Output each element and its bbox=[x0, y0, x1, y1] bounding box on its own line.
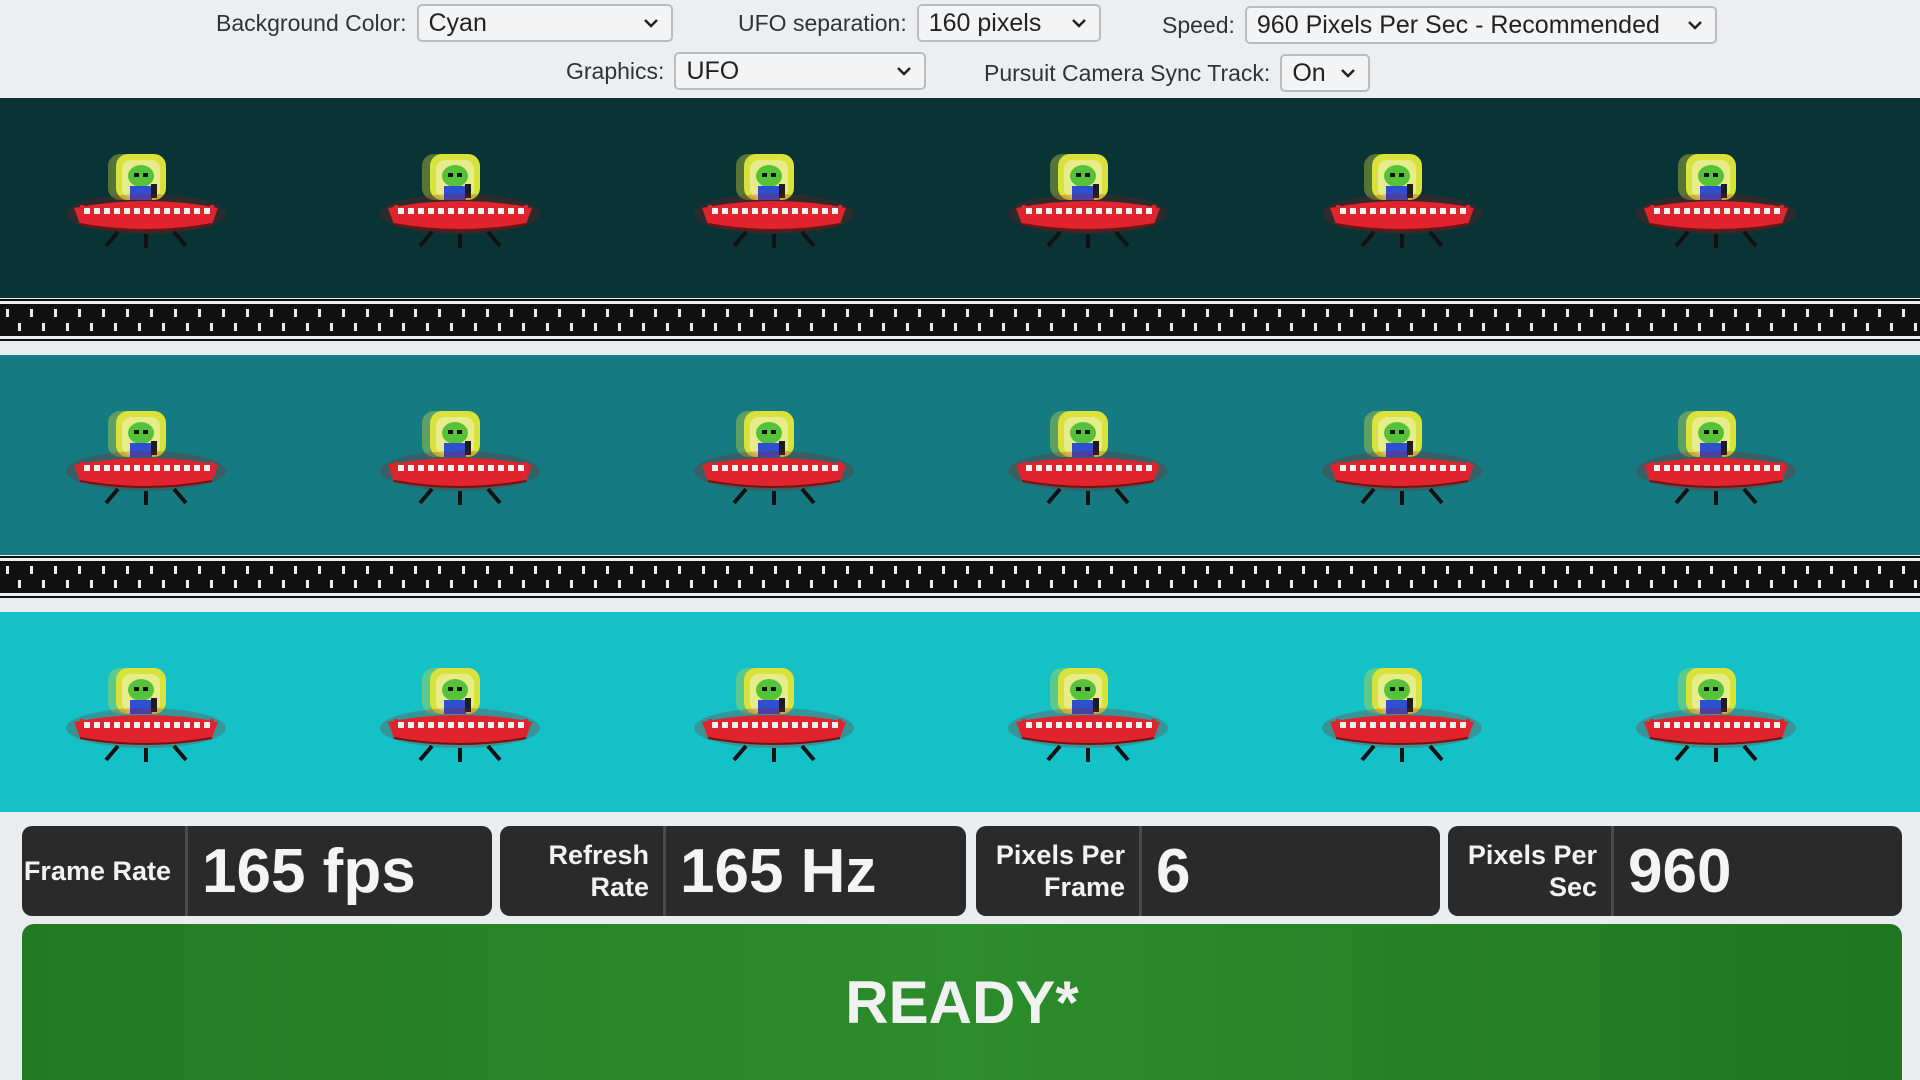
ufo-icon bbox=[380, 393, 540, 513]
background-color-label: Background Color: bbox=[216, 9, 407, 36]
sync-track-1 bbox=[0, 299, 1920, 341]
chevron-down-icon bbox=[643, 19, 658, 28]
ufo-separation-label: UFO separation: bbox=[738, 9, 907, 36]
frame-rate-label: Frame Rate bbox=[22, 826, 188, 916]
refresh-rate-label: Refresh Rate bbox=[500, 826, 666, 916]
ufo-icon bbox=[66, 393, 226, 513]
ufo-icon bbox=[1636, 136, 1796, 256]
graphics-value: UFO bbox=[686, 56, 740, 85]
ufo-icon bbox=[380, 650, 540, 770]
pursuit-camera-select[interactable]: On bbox=[1280, 54, 1371, 92]
chevron-down-icon bbox=[897, 67, 912, 76]
ufo-icon bbox=[1636, 650, 1796, 770]
ufo-separation-value: 160 pixels bbox=[928, 8, 1042, 37]
ufo-icon bbox=[1322, 393, 1482, 513]
pursuit-camera-label: Pursuit Camera Sync Track: bbox=[984, 59, 1271, 86]
settings-panel: Background Color: Cyan UFO separation: 1… bbox=[0, 0, 1920, 98]
ufo-icon bbox=[66, 136, 226, 256]
graphics-select[interactable]: UFO bbox=[674, 52, 927, 90]
speed-select[interactable]: 960 Pixels Per Sec - Recommended bbox=[1244, 6, 1717, 44]
frame-rate-panel: Frame Rate 165 fps bbox=[22, 826, 492, 916]
pixels-per-sec-label: Pixels Per Sec bbox=[1448, 826, 1614, 916]
background-color-select[interactable]: Cyan bbox=[416, 4, 673, 42]
ufo-icon bbox=[380, 136, 540, 256]
ufo-icon bbox=[1008, 136, 1168, 256]
status-text: READY* bbox=[845, 968, 1079, 1036]
ufo-separation-control: UFO separation: 160 pixels bbox=[738, 4, 1101, 42]
chevron-down-icon bbox=[1688, 21, 1702, 30]
chevron-down-icon bbox=[1071, 19, 1086, 28]
background-color-control: Background Color: Cyan bbox=[216, 4, 673, 42]
status-panel: READY* bbox=[22, 924, 1902, 1080]
graphics-label: Graphics: bbox=[566, 57, 665, 84]
ufo-icon bbox=[1008, 650, 1168, 770]
pursuit-camera-value: On bbox=[1292, 58, 1326, 87]
ufo-icon bbox=[1322, 136, 1482, 256]
pixels-per-frame-panel: Pixels Per Frame 6 bbox=[976, 826, 1440, 916]
ufo-icon bbox=[694, 393, 854, 513]
speed-control: Speed: 960 Pixels Per Sec - Recommended bbox=[1162, 6, 1717, 44]
frame-rate-value: 165 fps bbox=[202, 836, 416, 906]
ufo-band-dark bbox=[0, 98, 1920, 298]
speed-value: 960 Pixels Per Sec - Recommended bbox=[1256, 10, 1660, 39]
pixels-per-sec-panel: Pixels Per Sec 960 bbox=[1448, 826, 1902, 916]
pixels-per-frame-label: Pixels Per Frame bbox=[976, 826, 1142, 916]
sync-track-2 bbox=[0, 556, 1920, 598]
ufo-icon bbox=[694, 650, 854, 770]
pursuit-camera-control: Pursuit Camera Sync Track: On bbox=[984, 54, 1371, 92]
stats-bar: Frame Rate 165 fps Refresh Rate 165 Hz P… bbox=[22, 826, 1902, 916]
ufo-icon bbox=[1322, 650, 1482, 770]
graphics-control: Graphics: UFO bbox=[566, 52, 927, 90]
ufo-icon bbox=[1636, 393, 1796, 513]
refresh-rate-panel: Refresh Rate 165 Hz bbox=[500, 826, 966, 916]
pixels-per-frame-value: 6 bbox=[1156, 836, 1191, 906]
pixels-per-sec-value: 960 bbox=[1628, 836, 1732, 906]
refresh-rate-value: 165 Hz bbox=[680, 836, 877, 906]
ufo-separation-select[interactable]: 160 pixels bbox=[916, 4, 1101, 42]
speed-label: Speed: bbox=[1162, 11, 1235, 38]
ufo-icon bbox=[1008, 393, 1168, 513]
ufo-band-cyan bbox=[0, 612, 1920, 812]
background-color-value: Cyan bbox=[428, 8, 487, 37]
chevron-down-icon bbox=[1341, 69, 1356, 78]
ufo-band-medium bbox=[0, 355, 1920, 555]
ufo-icon bbox=[66, 650, 226, 770]
ufo-icon bbox=[694, 136, 854, 256]
